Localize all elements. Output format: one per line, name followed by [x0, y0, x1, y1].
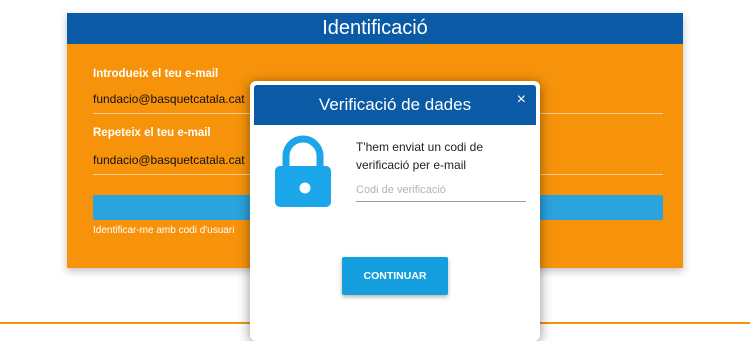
email-label: Introdueix el teu e-mail [93, 68, 219, 80]
panel-title: Identificació [67, 13, 683, 44]
modal-title: Verificació de dades [318, 95, 472, 114]
continue-button[interactable]: CONTINUAR [342, 257, 448, 295]
repeat-email-label: Repeteix el teu e-mail [93, 127, 211, 139]
repeat-email-field[interactable]: fundacio@basquetcatala.cat [93, 153, 245, 167]
modal-header: Verificació de dades × [254, 85, 536, 125]
verification-code-input[interactable] [356, 179, 526, 202]
close-icon[interactable]: × [517, 88, 526, 112]
lock-icon [275, 135, 331, 207]
verification-modal: Verificació de dades × T'hem enviat un c… [250, 81, 540, 341]
user-code-link[interactable]: Identificar-me amb codi d'usuari [93, 225, 234, 236]
email-field[interactable]: fundacio@basquetcatala.cat [93, 92, 245, 106]
verification-message: T'hem enviat un codi de verificació per … [356, 140, 484, 172]
